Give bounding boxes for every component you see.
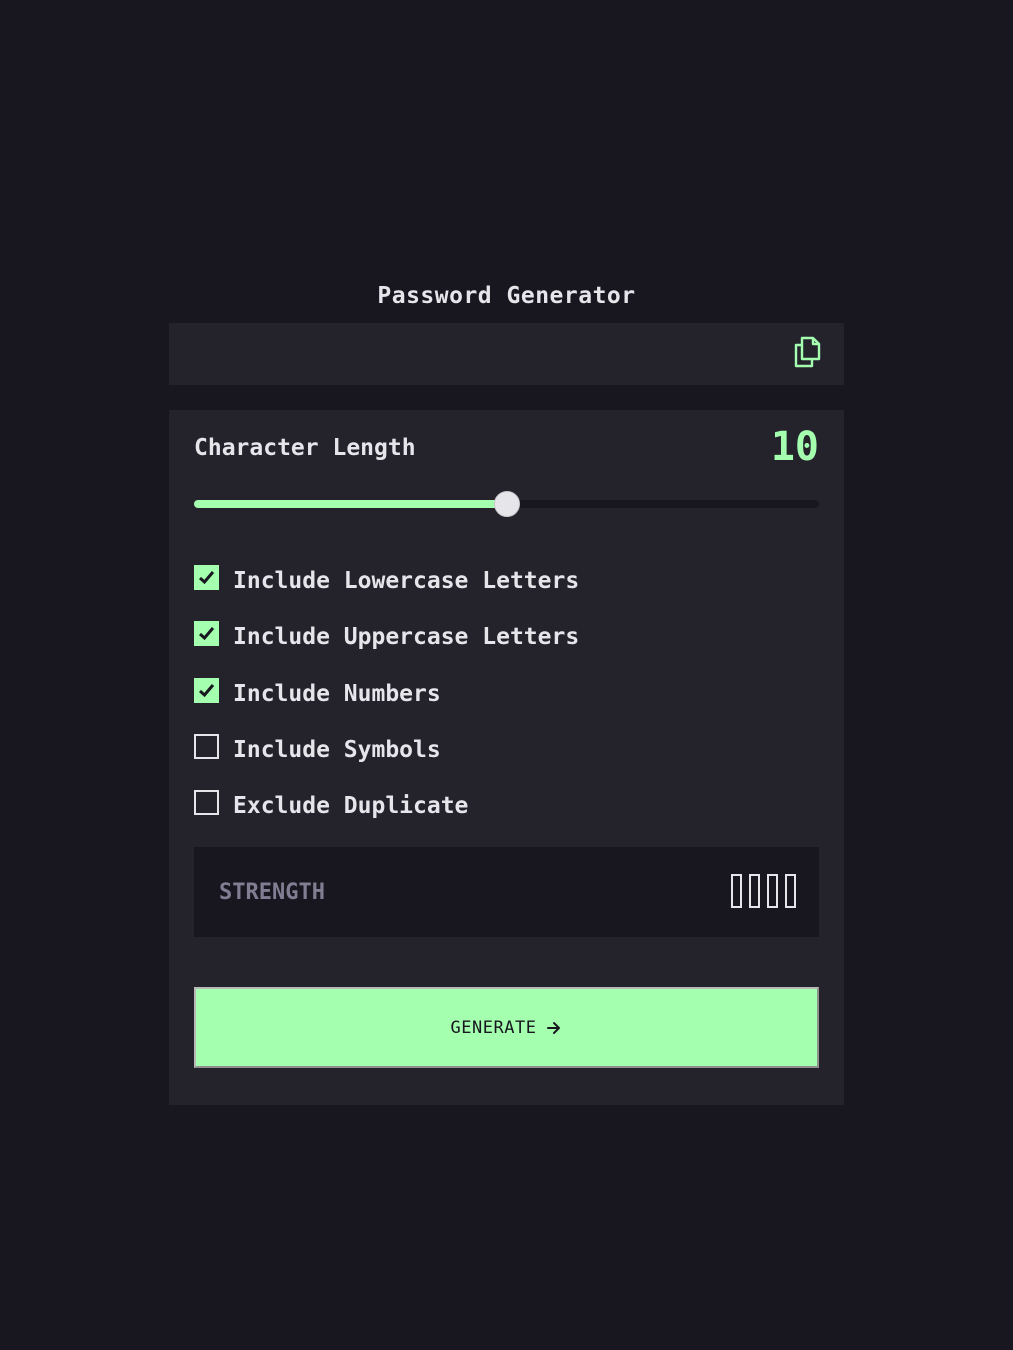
length-slider-fill — [194, 500, 507, 508]
strength-bar — [731, 874, 742, 908]
checkmark-icon — [199, 683, 215, 697]
length-slider[interactable] — [194, 491, 819, 517]
page-title: Password Generator — [377, 283, 636, 310]
checkbox[interactable] — [194, 733, 219, 759]
option-label: Include Numbers — [233, 680, 441, 707]
character-length-value: 10 — [770, 424, 819, 470]
option-label: Include Symbols — [233, 736, 441, 763]
option-uppercase[interactable]: Include Uppercase Letters — [194, 618, 819, 674]
password-output — [169, 323, 844, 385]
strength-bar — [767, 874, 778, 908]
strength-bar — [785, 874, 796, 908]
strength-label: STRENGTH — [219, 880, 325, 905]
strength-bar — [749, 874, 760, 908]
character-length-label: Character Length — [194, 435, 416, 461]
option-symbols[interactable]: Include Symbols — [194, 731, 819, 787]
length-slider-thumb[interactable] — [493, 491, 520, 517]
strength-bars — [731, 874, 796, 908]
option-label: Include Uppercase Letters — [233, 624, 580, 651]
option-label: Include Lowercase Letters — [233, 568, 580, 594]
option-exclude-duplicate[interactable]: Exclude Duplicate — [194, 787, 819, 843]
strength-meter: STRENGTH — [194, 847, 819, 937]
generate-label: GENERATE — [450, 1017, 537, 1038]
checkbox[interactable] — [194, 621, 219, 647]
checkbox[interactable] — [194, 790, 219, 816]
checkmark-icon — [199, 571, 215, 585]
checkmark-icon — [199, 627, 215, 641]
options-list: Include Lowercase Letters Include Upperc… — [194, 562, 819, 843]
arrow-right-icon — [547, 1021, 561, 1034]
option-label: Exclude Duplicate — [233, 793, 469, 820]
option-lowercase[interactable]: Include Lowercase Letters — [194, 562, 819, 618]
checkbox[interactable] — [194, 677, 219, 703]
copy-icon — [794, 336, 821, 368]
copy-button[interactable] — [792, 335, 822, 369]
settings-panel: Character Length 10 Include Lowercase Le… — [169, 410, 844, 1105]
generate-button[interactable]: GENERATE — [194, 987, 819, 1068]
option-numbers[interactable]: Include Numbers — [194, 675, 819, 731]
checkbox[interactable] — [194, 565, 219, 590]
